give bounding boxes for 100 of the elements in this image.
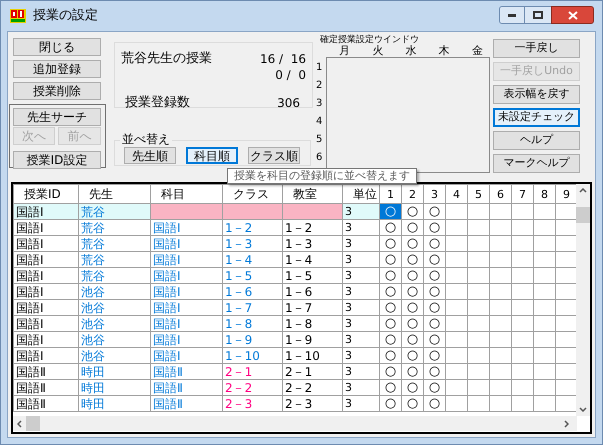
mark-cell: ○: [424, 284, 446, 300]
table-cell: 荒谷: [78, 236, 150, 252]
table-cell: [222, 204, 282, 220]
mark-cell: ○: [424, 252, 446, 268]
mark-cell: ○: [402, 220, 424, 236]
table-cell: 3: [342, 220, 380, 236]
table-cell: 1－9: [222, 332, 282, 348]
day-label: 月: [339, 45, 350, 57]
action-button[interactable]: 授業ID設定: [13, 151, 101, 169]
maximize-button[interactable]: [525, 6, 551, 24]
mark-cell: ○: [402, 236, 424, 252]
scrollbar-thumb[interactable]: [576, 207, 590, 223]
action-button[interactable]: マークヘルプ: [493, 154, 580, 173]
table-cell: 3: [342, 252, 380, 268]
action-button[interactable]: 一手戻し: [493, 39, 580, 58]
maximize-icon: [533, 11, 543, 19]
column-header[interactable]: 5: [468, 184, 490, 204]
period-label: 1: [316, 63, 324, 75]
table-cell: 3: [342, 236, 380, 252]
mark-cell: ○: [402, 316, 424, 332]
table-cell: 池谷: [78, 284, 150, 300]
day-label: 木: [438, 45, 450, 57]
mark-cell: ○: [424, 332, 446, 348]
mark-cell: ○: [380, 332, 402, 348]
mark-cell: ○: [402, 284, 424, 300]
table-cell: 1－8: [282, 316, 342, 332]
action-button[interactable]: 未設定チェック: [493, 108, 580, 127]
table-cell: 1－6: [282, 284, 342, 300]
table-cell: 国語Ⅰ: [14, 284, 78, 300]
mark-cell: ○: [402, 396, 424, 412]
action-button[interactable]: 先生サーチ: [13, 108, 101, 126]
action-button[interactable]: 追加登録: [13, 60, 101, 78]
table-cell: 2－3: [282, 396, 342, 412]
mark-cell: ○: [402, 380, 424, 396]
table-cell: 国語Ⅰ: [14, 268, 78, 284]
mark-cell: ○: [380, 236, 402, 252]
table-cell: 1－4: [222, 252, 282, 268]
period-label: 3: [316, 99, 324, 111]
column-header[interactable]: 4: [446, 184, 468, 204]
action-button[interactable]: クラス順: [248, 147, 300, 164]
table-cell: 国語Ⅱ: [150, 396, 222, 412]
scroll-down-icon[interactable]: [579, 407, 587, 412]
table-cell: 3: [342, 284, 380, 300]
scroll-up-icon[interactable]: [579, 188, 587, 193]
minimize-button[interactable]: [499, 6, 525, 24]
scrollbar-thumb[interactable]: [26, 416, 40, 431]
close-button[interactable]: [551, 6, 594, 24]
period-label: 6: [316, 153, 324, 165]
table-cell: 3: [342, 364, 380, 380]
mark-cell: ○: [424, 348, 446, 364]
mark-cell: ○: [424, 236, 446, 252]
table-cell: 国語Ⅱ: [14, 380, 78, 396]
action-button[interactable]: 閉じる: [13, 38, 101, 56]
column-header[interactable]: 6: [490, 184, 512, 204]
table-cell: 池谷: [78, 300, 150, 316]
table-cell: 2－3: [222, 396, 282, 412]
vertical-scrollbar[interactable]: [576, 184, 590, 416]
table-cell: 3: [342, 268, 380, 284]
mark-cell: ○: [380, 364, 402, 380]
mark-cell: ○: [380, 348, 402, 364]
mark-cell: ○: [424, 220, 446, 236]
table-cell: 荒谷: [78, 220, 150, 236]
day-label: 火: [372, 45, 384, 57]
table-cell: 国語Ⅰ: [14, 332, 78, 348]
table-cell: 2－1: [282, 364, 342, 380]
minimize-icon: [508, 14, 516, 16]
action-button[interactable]: 表示幅を戻す: [493, 85, 580, 104]
table-cell: 国語Ⅰ: [150, 252, 222, 268]
scroll-right-icon[interactable]: [564, 420, 569, 428]
table-cell: 荒谷: [78, 204, 150, 220]
column-header[interactable]: 3: [424, 184, 446, 204]
count-text: 0 / 0: [274, 67, 306, 83]
action-button[interactable]: ヘルプ: [493, 131, 580, 150]
column-header[interactable]: 8: [534, 184, 556, 204]
table-cell: 池谷: [78, 332, 150, 348]
mark-cell: ○: [424, 268, 446, 284]
table-cell: 国語Ⅰ: [14, 252, 78, 268]
day-label: 水: [405, 45, 416, 57]
table-cell: 1－8: [222, 316, 282, 332]
mark-cell: ○: [380, 396, 402, 412]
action-button[interactable]: 授業削除: [13, 82, 101, 100]
table-cell: 3: [342, 332, 380, 348]
mark-cell: ○: [402, 332, 424, 348]
action-button[interactable]: 先生順: [124, 147, 176, 164]
scroll-left-icon[interactable]: [17, 420, 22, 428]
table-cell: 2－1: [222, 364, 282, 380]
column-header[interactable]: 授業ID: [14, 184, 78, 204]
action-button[interactable]: 科目順: [186, 147, 238, 164]
column-header[interactable]: 7: [512, 184, 534, 204]
table-cell: 国語Ⅰ: [150, 236, 222, 252]
horizontal-scrollbar[interactable]: [13, 416, 577, 431]
tooltip: 授業を科目の登録順に並べ替えます: [227, 168, 417, 184]
mark-cell: ○: [380, 284, 402, 300]
table-cell: 国語Ⅰ: [150, 316, 222, 332]
table-cell: 3: [342, 300, 380, 316]
info-text: 授業登録数: [124, 95, 191, 111]
table-cell: 国語Ⅰ: [14, 204, 78, 220]
table-cell: 1－4: [282, 252, 342, 268]
table-cell: 池谷: [78, 348, 150, 364]
table-cell: 国語Ⅰ: [150, 348, 222, 364]
